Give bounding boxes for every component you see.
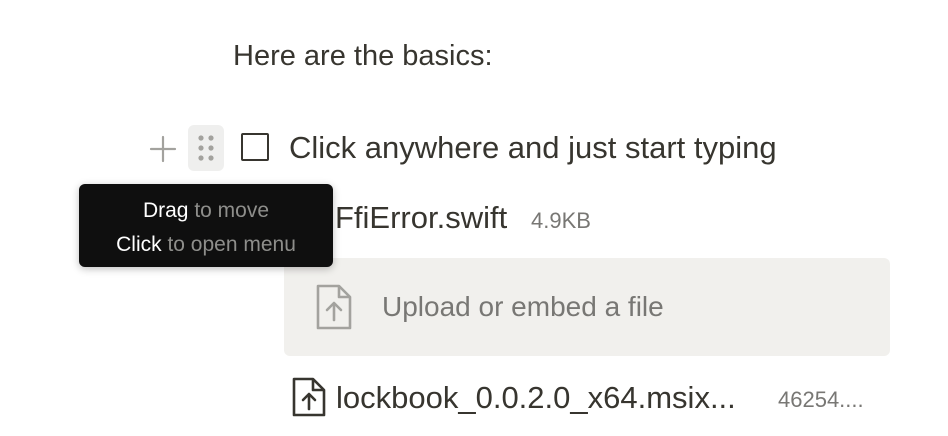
- tooltip-line-drag: Drag to move: [79, 194, 333, 228]
- page-heading: Here are the basics:: [233, 40, 493, 72]
- todo-text[interactable]: Click anywhere and just start typing: [289, 128, 777, 168]
- tooltip-drag-description: to move: [188, 199, 270, 222]
- upload-label: Upload or embed a file: [382, 291, 664, 322]
- file-name[interactable]: FfiError.swift: [335, 198, 507, 238]
- file-upload-icon: [292, 377, 326, 417]
- plus-icon: [149, 135, 177, 163]
- file-size: 4.9KB: [531, 208, 591, 233]
- page: Here are the basics: Click anywhere and …: [0, 0, 948, 436]
- tooltip-click-description: to open menu: [161, 233, 296, 256]
- tooltip-click-keyword: Click: [116, 233, 162, 256]
- drag-tooltip: Drag to move Click to open menu: [79, 184, 333, 267]
- tooltip-line-click: Click to open menu: [79, 228, 333, 262]
- drag-handle-icon: [198, 135, 214, 161]
- todo-checkbox[interactable]: [241, 133, 269, 161]
- file-upload-icon: [316, 284, 352, 330]
- add-block-button[interactable]: [146, 130, 180, 168]
- upload-file-button[interactable]: Upload or embed a file: [284, 258, 890, 356]
- file-size: 46254....: [778, 387, 864, 412]
- file-name[interactable]: lockbook_0.0.2.0_x64.msix...: [336, 378, 736, 418]
- drag-handle-button[interactable]: [188, 125, 224, 171]
- tooltip-drag-keyword: Drag: [142, 199, 189, 222]
